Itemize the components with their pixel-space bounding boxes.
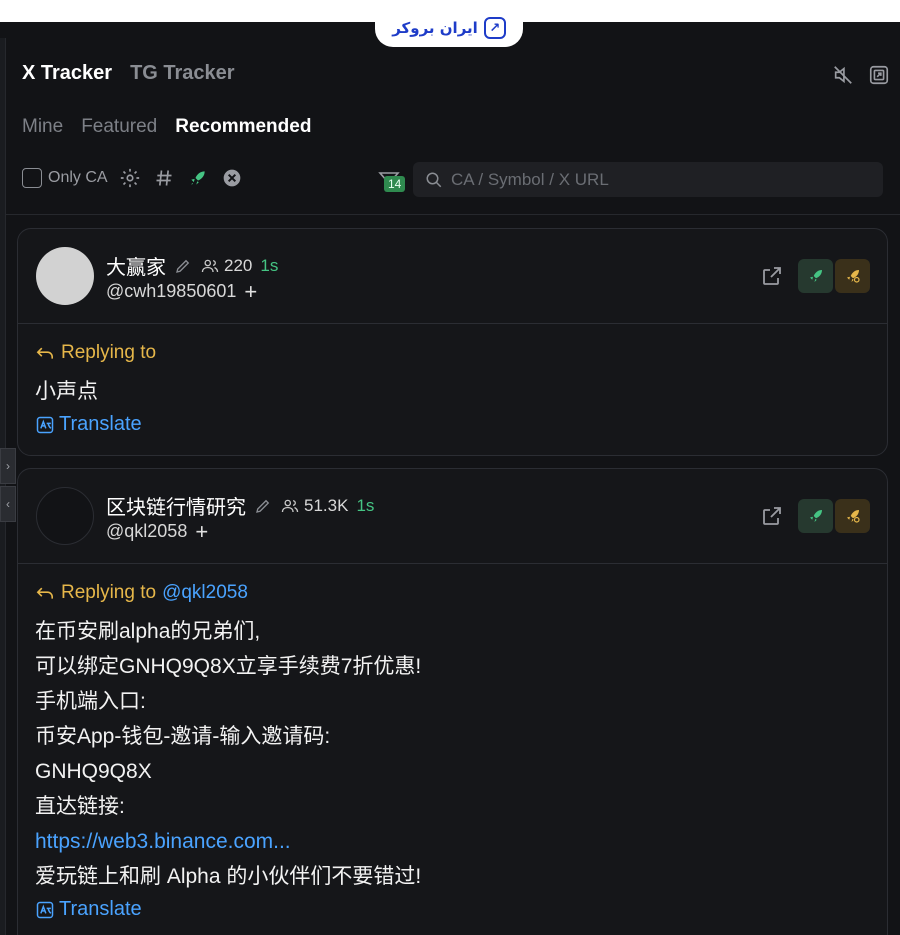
- handle-row: @qkl2058 +: [106, 520, 208, 542]
- translate-link[interactable]: Translate: [35, 413, 870, 436]
- post-text-line: 手机端入口:: [35, 690, 146, 713]
- author-name[interactable]: 大赢家: [106, 251, 166, 280]
- translate-label[interactable]: Translate: [59, 413, 142, 436]
- post-card: 区块链行情研究 51.3K 1s @qkl2058 + Replying to …: [17, 468, 888, 935]
- post-text-line: GNHQ9Q8X: [35, 760, 152, 783]
- mute-icon[interactable]: [832, 64, 854, 91]
- avatar[interactable]: [36, 487, 94, 545]
- post-time: 1s: [356, 495, 375, 515]
- rocket-snipe-button[interactable]: [835, 499, 870, 533]
- reply-arrow-icon: [36, 347, 53, 359]
- post-card: 大赢家 220 1s @cwh19850601 + Replying to 小声…: [17, 228, 888, 456]
- action-button-pair: [798, 259, 870, 293]
- tab-x-tracker[interactable]: X Tracker: [22, 62, 112, 85]
- tracker-header: X Tracker TG Tracker: [22, 62, 235, 85]
- follow-plus-icon[interactable]: +: [195, 520, 208, 542]
- post-text-line: 小声点: [35, 380, 98, 403]
- watermark-logo-icon: ↗: [483, 17, 506, 39]
- follower-value: 220: [224, 255, 253, 275]
- post-header: 大赢家 220 1s @cwh19850601 +: [18, 229, 887, 324]
- expand-right-icon[interactable]: ›: [0, 448, 16, 484]
- post-text-line: 在币安刷alpha的兄弟们,: [35, 620, 261, 643]
- handle-row: @cwh19850601 +: [106, 280, 257, 302]
- author-handle[interactable]: @qkl2058: [106, 521, 187, 542]
- edit-icon[interactable]: [254, 497, 272, 515]
- post-body: Replying to @qkl2058 在币安刷alpha的兄弟们, 可以绑定…: [18, 564, 887, 935]
- popout-icon[interactable]: [868, 64, 890, 91]
- post-body: Replying to 小声点 Translate: [18, 324, 887, 454]
- search-box[interactable]: [413, 162, 883, 197]
- post-link[interactable]: https://web3.binance.com...: [35, 824, 870, 859]
- subtab-featured[interactable]: Featured: [81, 116, 157, 138]
- header-icons: [832, 64, 890, 91]
- only-ca-label: Only CA: [48, 169, 108, 186]
- post-author-row: 大赢家 220 1s: [106, 251, 278, 280]
- translate-label[interactable]: Translate: [59, 898, 142, 921]
- replying-to: Replying to @qkl2058: [35, 582, 870, 604]
- post-text-line: 可以绑定GNHQ9Q8X立享手续费7折优惠!: [35, 655, 422, 678]
- reply-mention[interactable]: @qkl2058: [162, 582, 248, 604]
- follow-plus-icon[interactable]: +: [244, 280, 257, 302]
- follower-count: 51.3K: [280, 496, 348, 516]
- xx-icon[interactable]: [220, 166, 244, 190]
- post-text-line: 爱玩链上和刷 Alpha 的小伙伴们不要错过!: [35, 865, 422, 888]
- header-divider: [6, 214, 900, 215]
- follower-count: 220: [200, 256, 252, 276]
- author-name[interactable]: 区块链行情研究: [106, 491, 246, 520]
- rocket-snipe-button[interactable]: [835, 259, 870, 293]
- rocket-buy-button[interactable]: [798, 499, 833, 533]
- post-author-row: 区块链行情研究 51.3K 1s: [106, 491, 374, 520]
- notification-count: 14: [384, 176, 406, 192]
- post-actions: [760, 259, 870, 293]
- subtab-recommended[interactable]: Recommended: [175, 116, 311, 138]
- follower-value: 51.3K: [304, 495, 349, 515]
- notification-button[interactable]: 14: [376, 168, 408, 194]
- post-time: 1s: [260, 255, 279, 275]
- side-arrows: › ‹: [0, 448, 16, 522]
- replying-to-label: Replying to: [61, 342, 157, 363]
- avatar[interactable]: [36, 247, 94, 305]
- replying-to-label: Replying to: [61, 582, 157, 603]
- external-link-icon[interactable]: [760, 504, 784, 528]
- external-link-icon[interactable]: [760, 264, 784, 288]
- translate-icon: [36, 416, 54, 433]
- hash-icon[interactable]: [152, 166, 176, 190]
- translate-icon: [36, 901, 54, 918]
- rocket-icon[interactable]: [186, 166, 210, 190]
- edit-icon[interactable]: [174, 257, 192, 275]
- watermark: ایران بروکر ↗: [375, 9, 523, 47]
- post-text-line: 币安App-钱包-邀请-输入邀请码:: [35, 725, 331, 748]
- rocket-buy-button[interactable]: [798, 259, 833, 293]
- watermark-text: ایران بروکر: [392, 19, 478, 37]
- reply-arrow-icon: [36, 587, 53, 599]
- search-input[interactable]: [451, 169, 871, 190]
- users-icon: [281, 499, 299, 512]
- author-handle[interactable]: @cwh19850601: [106, 281, 236, 302]
- search-icon: [426, 172, 442, 187]
- post-text-line: 直达链接:: [35, 795, 125, 818]
- replying-to: Replying to: [35, 342, 870, 364]
- filter-bar: Only CA: [22, 166, 244, 190]
- collapse-left-icon[interactable]: ‹: [0, 486, 16, 522]
- tracker-panel: X Tracker TG Tracker Mine Featured Recom…: [6, 38, 900, 935]
- post-header: 区块链行情研究 51.3K 1s @qkl2058 +: [18, 469, 887, 564]
- users-icon: [201, 259, 219, 272]
- subtab-mine[interactable]: Mine: [22, 116, 63, 138]
- post-actions: [760, 499, 870, 533]
- action-button-pair: [798, 499, 870, 533]
- gear-icon[interactable]: [118, 166, 142, 190]
- only-ca-checkbox[interactable]: [22, 168, 42, 188]
- subtabs: Mine Featured Recommended: [22, 116, 311, 138]
- translate-link[interactable]: Translate: [35, 898, 870, 921]
- tab-tg-tracker[interactable]: TG Tracker: [130, 62, 235, 85]
